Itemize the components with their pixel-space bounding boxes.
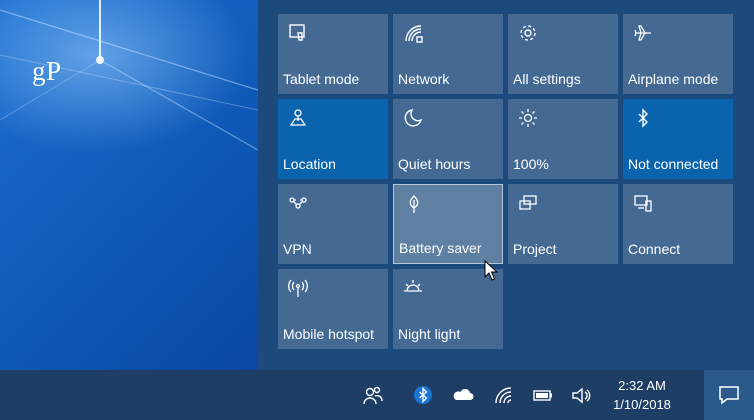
- volume-icon[interactable]: [568, 382, 594, 408]
- quick-actions-grid: Tablet mode Network All settings Airplan…: [278, 14, 733, 349]
- notification-button[interactable]: [704, 370, 754, 420]
- tile-battery-saver[interactable]: Battery saver: [393, 184, 503, 264]
- night-light-icon: [402, 277, 424, 299]
- clock-date: 1/10/2018: [613, 397, 671, 412]
- tile-label: Airplane mode: [628, 71, 719, 87]
- vpn-icon: [287, 192, 309, 214]
- tile-vpn[interactable]: VPN: [278, 184, 388, 264]
- bluetooth-icon: [632, 107, 654, 129]
- battery-icon[interactable]: [530, 382, 556, 408]
- airplane-icon: [632, 22, 654, 44]
- project-icon: [517, 192, 539, 214]
- tile-label: Mobile hotspot: [283, 326, 375, 342]
- tile-bluetooth[interactable]: Not connected: [623, 99, 733, 179]
- tile-label: 100%: [513, 156, 549, 172]
- network-icon: [402, 22, 424, 44]
- tile-brightness[interactable]: 100%: [508, 99, 618, 179]
- action-center-panel: Tablet mode Network All settings Airplan…: [258, 0, 754, 370]
- connect-icon: [632, 192, 654, 214]
- notification-icon: [719, 386, 739, 405]
- tile-label: VPN: [283, 241, 312, 257]
- tile-label: Battery saver: [399, 240, 482, 256]
- tile-tablet-mode[interactable]: Tablet mode: [278, 14, 388, 94]
- tile-label: All settings: [513, 71, 581, 87]
- taskbar: 2:32 AM 1/10/2018: [0, 370, 754, 420]
- mouse-cursor-icon: [484, 260, 499, 281]
- clock-time: 2:32 AM: [618, 378, 666, 393]
- leaf-icon: [403, 193, 425, 215]
- people-icon[interactable]: [360, 382, 386, 408]
- tile-quiet-hours[interactable]: Quiet hours: [393, 99, 503, 179]
- tile-label: Project: [513, 241, 557, 257]
- gear-icon: [517, 22, 539, 44]
- tile-connect[interactable]: Connect: [623, 184, 733, 264]
- tablet-mode-icon: [287, 22, 309, 44]
- tile-all-settings[interactable]: All settings: [508, 14, 618, 94]
- wifi-icon[interactable]: [490, 382, 516, 408]
- tile-label: Tablet mode: [283, 71, 360, 87]
- tile-label: Night light: [398, 326, 461, 342]
- tile-location[interactable]: Location: [278, 99, 388, 179]
- tile-airplane-mode[interactable]: Airplane mode: [623, 14, 733, 94]
- hotspot-icon: [287, 277, 309, 299]
- watermark-logo: gP: [32, 56, 62, 86]
- tile-label: Network: [398, 71, 450, 87]
- taskbar-clock[interactable]: 2:32 AM 1/10/2018: [602, 376, 682, 414]
- tile-label: Location: [283, 156, 336, 172]
- tile-network[interactable]: Network: [393, 14, 503, 94]
- bluetooth-icon[interactable]: [410, 382, 436, 408]
- tile-label: Connect: [628, 241, 681, 257]
- tile-mobile-hotspot[interactable]: Mobile hotspot: [278, 269, 388, 349]
- onedrive-icon[interactable]: [450, 382, 476, 408]
- tile-project[interactable]: Project: [508, 184, 618, 264]
- brightness-icon: [517, 107, 539, 129]
- location-icon: [287, 107, 309, 129]
- moon-icon: [402, 107, 424, 129]
- tile-label: Not connected: [628, 156, 719, 172]
- tile-label: Quiet hours: [398, 156, 471, 172]
